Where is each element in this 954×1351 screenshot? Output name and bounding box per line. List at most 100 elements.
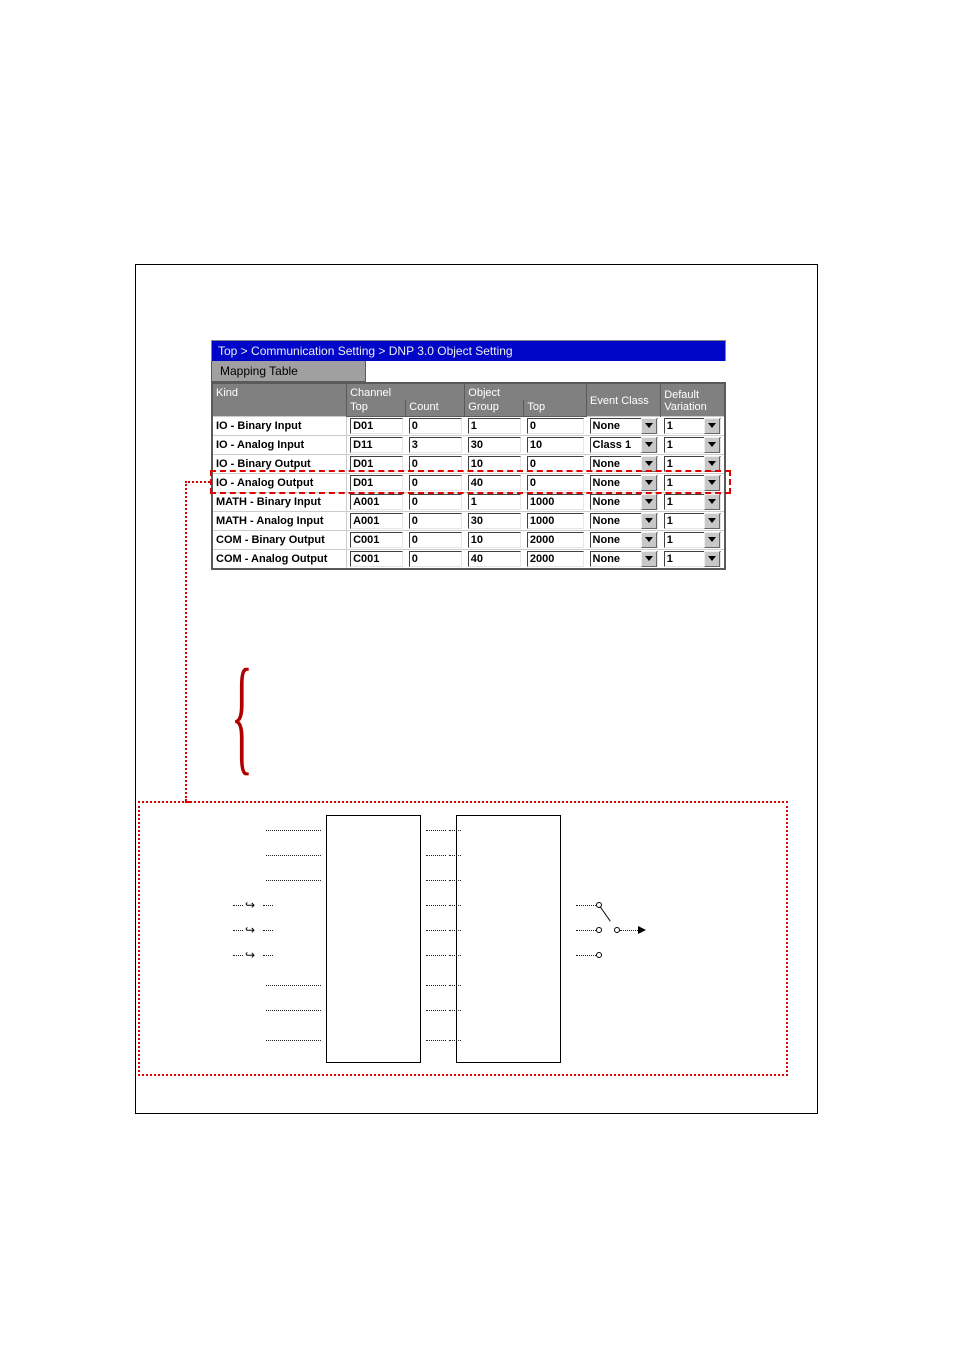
diagram-row xyxy=(233,955,243,956)
diagram-right-row xyxy=(576,905,596,906)
diagram-link xyxy=(449,985,461,986)
object-group-input[interactable]: 30 xyxy=(468,513,521,529)
object-top-input[interactable]: 0 xyxy=(527,475,584,491)
default-variation-select[interactable]: 1 xyxy=(664,475,721,491)
col-kind: Kind xyxy=(212,383,347,417)
object-top-input[interactable]: 10 xyxy=(527,437,584,453)
channel-top-input[interactable]: C001 xyxy=(350,532,403,548)
channel-top-input[interactable]: C001 xyxy=(350,551,403,567)
channel-count-input[interactable]: 0 xyxy=(409,513,462,529)
object-top-input[interactable]: 1000 xyxy=(527,494,584,510)
object-group-input[interactable]: 40 xyxy=(468,475,521,491)
chevron-down-icon[interactable] xyxy=(704,513,720,529)
event-class-select[interactable]: None xyxy=(590,513,658,529)
chevron-down-icon[interactable] xyxy=(704,475,720,491)
diagram-link xyxy=(426,855,446,856)
page: Top > Communication Setting > DNP 3.0 Ob… xyxy=(0,0,954,1351)
chevron-down-icon[interactable] xyxy=(641,437,657,453)
event-class-select[interactable]: None xyxy=(590,494,658,510)
chevron-down-icon[interactable] xyxy=(704,532,720,548)
diagram-row xyxy=(266,830,321,831)
object-group-input[interactable]: 10 xyxy=(468,456,521,472)
default-variation-select[interactable]: 1 xyxy=(664,418,721,434)
channel-count-input[interactable]: 0 xyxy=(409,494,462,510)
item-arrow-icon: ↪ xyxy=(245,898,255,912)
object-top-input[interactable]: 2000 xyxy=(527,551,584,567)
event-class-select[interactable]: None xyxy=(590,475,658,491)
col-channel-top: Top xyxy=(347,400,406,417)
diagram-link xyxy=(449,1040,461,1041)
chevron-down-icon[interactable] xyxy=(641,513,657,529)
connector-slash xyxy=(600,906,611,921)
item-arrow-icon: ↪ xyxy=(245,923,255,937)
table-row: MATH - Analog InputA0010301000None1 xyxy=(212,512,725,531)
chevron-down-icon[interactable] xyxy=(641,456,657,472)
default-variation-select[interactable]: 1 xyxy=(664,551,721,567)
channel-top-input[interactable]: A001 xyxy=(350,494,403,510)
event-class-select[interactable]: None xyxy=(590,551,658,567)
col-object-group: Group xyxy=(465,400,524,417)
connector-down xyxy=(185,481,187,801)
chevron-down-icon[interactable] xyxy=(641,475,657,491)
object-group-input[interactable]: 1 xyxy=(468,494,521,510)
channel-count-input[interactable]: 0 xyxy=(409,475,462,491)
event-class-select[interactable]: None xyxy=(590,532,658,548)
object-group-input[interactable]: 30 xyxy=(468,437,521,453)
chevron-down-icon[interactable] xyxy=(641,532,657,548)
channel-count-input[interactable]: 0 xyxy=(409,456,462,472)
channel-top-input[interactable]: D01 xyxy=(350,456,403,472)
channel-top-input[interactable]: A001 xyxy=(350,513,403,529)
object-group-input[interactable]: 40 xyxy=(468,551,521,567)
object-group-input[interactable]: 10 xyxy=(468,532,521,548)
chevron-down-icon[interactable] xyxy=(704,437,720,453)
channel-top-input[interactable]: D11 xyxy=(350,437,403,453)
channel-count-input[interactable]: 0 xyxy=(409,532,462,548)
table-row: IO - Analog OutputD010400None1 xyxy=(212,474,725,493)
diagram-row xyxy=(263,930,273,931)
event-class-select[interactable]: Class 1 xyxy=(590,437,658,453)
col-object-top: Top xyxy=(524,400,587,417)
chevron-down-icon[interactable] xyxy=(704,494,720,510)
table-row: COM - Analog OutputC001 0 40 2000 None 1 xyxy=(212,550,725,570)
object-top-input[interactable]: 2000 xyxy=(527,532,584,548)
chevron-down-icon[interactable] xyxy=(641,494,657,510)
diagram-row xyxy=(233,930,243,931)
chevron-down-icon[interactable] xyxy=(641,551,657,567)
channel-count-input[interactable]: 0 xyxy=(409,418,462,434)
event-class-select[interactable]: None xyxy=(590,456,658,472)
object-group-input[interactable]: 1 xyxy=(468,418,521,434)
col-object: Object xyxy=(465,383,587,400)
object-top-input[interactable]: 1000 xyxy=(527,513,584,529)
table-row: IO - Analog InputD1133010Class 11 xyxy=(212,436,725,455)
channel-count-input[interactable]: 0 xyxy=(409,551,462,567)
chevron-down-icon[interactable] xyxy=(641,418,657,434)
cell-kind: COM - Analog Output xyxy=(212,550,347,570)
chevron-down-icon[interactable] xyxy=(704,551,720,567)
object-top-input[interactable]: 0 xyxy=(527,456,584,472)
diagram-link xyxy=(426,905,446,906)
diagram-link xyxy=(449,855,461,856)
event-class-select[interactable]: None xyxy=(590,418,658,434)
object-top-input[interactable]: 0 xyxy=(527,418,584,434)
tab-mapping-table[interactable]: Mapping Table xyxy=(211,361,366,382)
channel-top-input[interactable]: D01 xyxy=(350,475,403,491)
table-row: IO - Binary OutputD010100None1 xyxy=(212,455,725,474)
diagram-row xyxy=(266,855,321,856)
col-channel-count: Count xyxy=(406,400,465,417)
default-variation-select[interactable]: 1 xyxy=(664,513,721,529)
col-channel: Channel xyxy=(347,383,465,400)
default-variation-select[interactable]: 1 xyxy=(664,456,721,472)
circle-icon xyxy=(596,927,602,933)
breadcrumb: Top > Communication Setting > DNP 3.0 Ob… xyxy=(211,340,726,361)
channel-count-input[interactable]: 3 xyxy=(409,437,462,453)
channel-top-input[interactable]: D01 xyxy=(350,418,403,434)
default-variation-select[interactable]: 1 xyxy=(664,437,721,453)
chevron-down-icon[interactable] xyxy=(704,418,720,434)
chevron-down-icon[interactable] xyxy=(704,456,720,472)
diagram-link xyxy=(426,930,446,931)
default-variation-select[interactable]: 1 xyxy=(664,532,721,548)
diagram-link xyxy=(426,1040,446,1041)
default-variation-select[interactable]: 1 xyxy=(664,494,721,510)
diagram-row xyxy=(263,955,273,956)
diagram-row xyxy=(266,1040,321,1041)
